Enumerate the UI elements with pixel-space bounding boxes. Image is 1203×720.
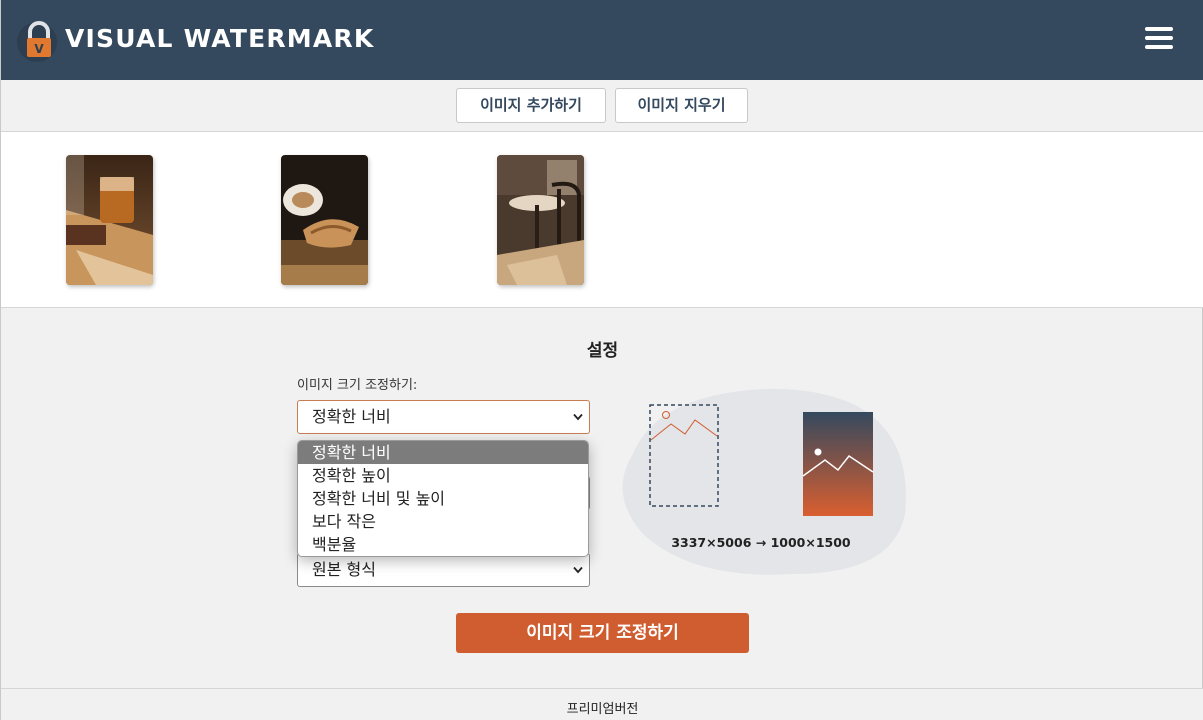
hamburger-icon[interactable]	[1145, 27, 1173, 53]
chevron-down-icon	[573, 566, 583, 574]
logo-lock-icon[interactable]: V	[17, 18, 61, 62]
resize-option[interactable]: 정확한 너비 및 높이	[298, 487, 588, 510]
output-format-value: 원본 형식	[312, 560, 376, 579]
premium-version-link[interactable]: 프리미엄버전	[1, 698, 1203, 717]
image-thumbnail-cafe[interactable]	[497, 155, 584, 285]
clear-images-button[interactable]: 이미지 지우기	[615, 88, 748, 123]
app-frame: V VISUAL WATERMARK 이미지 추가하기 이미지 지우기 설정 이…	[0, 0, 1203, 720]
header: V VISUAL WATERMARK	[1, 0, 1203, 80]
dimensions-readout: 3337×5006 → 1000×1500	[671, 535, 851, 550]
resize-option[interactable]: 정확한 높이	[298, 464, 588, 487]
image-thumbnail-drink[interactable]	[66, 155, 153, 285]
output-format-select[interactable]: 원본 형식	[297, 553, 590, 587]
logo-letter: V	[34, 42, 44, 56]
resize-mode-select[interactable]: 정확한 너비	[297, 400, 590, 434]
resize-option[interactable]: 백분율	[298, 533, 588, 556]
image-gallery	[1, 132, 1203, 308]
resize-label: 이미지 크기 조정하기:	[297, 378, 418, 393]
resize-mode-value: 정확한 너비	[312, 407, 391, 426]
brand-title[interactable]: VISUAL WATERMARK	[65, 24, 374, 53]
image-thumbnail-latte[interactable]	[281, 155, 368, 285]
resize-option[interactable]: 보다 작은	[298, 510, 588, 533]
settings-title: 설정	[586, 341, 619, 361]
add-images-button[interactable]: 이미지 추가하기	[456, 88, 606, 123]
resize-images-button[interactable]: 이미지 크기 조정하기	[456, 613, 749, 653]
resize-mode-dropdown: 정확한 너비 정확한 높이 정확한 너비 및 높이 보다 작은 백분율	[297, 440, 589, 557]
resized-image-icon	[802, 412, 874, 516]
footer: 프리미엄버전	[1, 688, 1203, 720]
resize-preview-illustration	[613, 384, 913, 580]
chevron-down-icon	[573, 413, 583, 421]
resize-option[interactable]: 정확한 너비	[298, 441, 588, 464]
toolbar: 이미지 추가하기 이미지 지우기	[1, 80, 1203, 132]
